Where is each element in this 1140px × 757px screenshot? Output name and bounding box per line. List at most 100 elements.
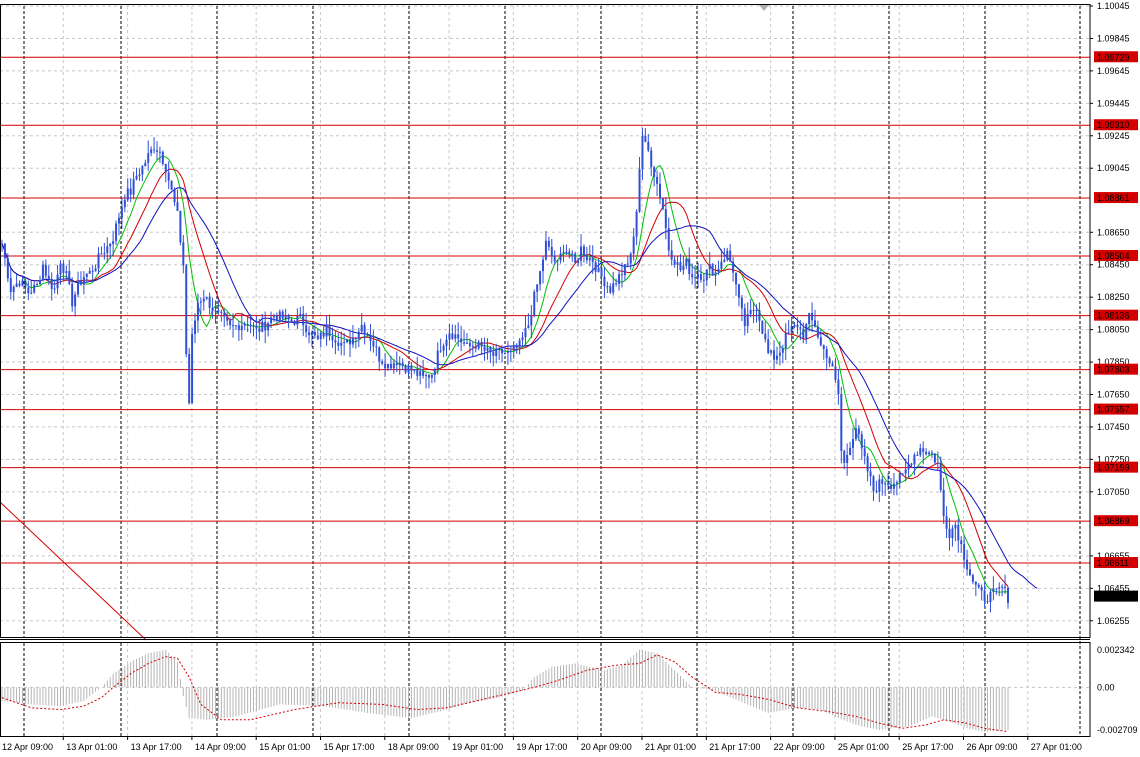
candle-body <box>983 590 986 602</box>
candle-body <box>951 528 954 539</box>
candle-body <box>901 473 904 475</box>
candle-body <box>737 284 740 298</box>
candle-body <box>97 253 100 269</box>
candle <box>533 289 536 318</box>
price-tick-label: 1.09045 <box>1097 163 1130 173</box>
candle-body <box>94 268 97 272</box>
candle-body <box>910 463 913 465</box>
candle-body <box>764 333 767 340</box>
candle-body <box>974 581 977 585</box>
price-chart[interactable]: 1.10045 1.09845 1.09645 1.09445 1.09245 1.090… <box>0 0 1140 757</box>
candle-body <box>778 352 781 356</box>
candle-body <box>398 362 401 365</box>
candle-body <box>407 365 410 373</box>
candle-body <box>533 291 536 316</box>
candle-body <box>919 448 922 456</box>
time-tick-label: 12 Apr 09:00 <box>2 742 53 752</box>
candle-body <box>992 588 995 592</box>
candle-body <box>840 394 843 451</box>
candle-body <box>808 313 811 324</box>
candle-body <box>506 351 509 353</box>
candle-body <box>515 346 518 349</box>
candle-body <box>717 268 720 273</box>
price-tick-label: 1.06255 <box>1097 616 1130 626</box>
candle-body <box>635 211 638 237</box>
candle-body <box>562 251 565 254</box>
candle-body <box>784 332 787 349</box>
candle-body <box>679 261 682 271</box>
candle-body <box>112 241 115 244</box>
candle-body <box>773 350 776 360</box>
candle-body <box>430 375 433 378</box>
time-tick-label: 13 Apr 01:00 <box>66 742 117 752</box>
oscillator-axis-label: 0.002342 <box>1097 645 1135 655</box>
candle-body <box>530 315 533 326</box>
candle-body <box>644 135 647 142</box>
candle-body <box>331 336 334 341</box>
candle-body <box>699 274 702 280</box>
candle-body <box>565 251 568 253</box>
candle-body <box>59 263 62 275</box>
candle-body <box>395 363 398 365</box>
candle-body <box>375 346 378 348</box>
candle-body <box>933 453 936 463</box>
candle-body <box>442 345 445 351</box>
time-tick-label: 22 Apr 09:00 <box>774 742 825 752</box>
time-tick-label: 21 Apr 17:00 <box>709 742 760 752</box>
level-badge-label: 1.09310 <box>1097 120 1130 130</box>
candle-body <box>872 476 875 491</box>
candle-body <box>869 471 872 477</box>
candle-body <box>389 363 392 369</box>
time-tick-label: 15 Apr 01:00 <box>259 742 310 752</box>
candle-body <box>600 267 603 277</box>
candle-body <box>691 274 694 278</box>
candle-body <box>752 309 755 311</box>
candle-body <box>822 345 825 350</box>
candle-body <box>653 167 656 177</box>
candle-body <box>33 284 36 293</box>
candle-body <box>720 261 723 269</box>
candle-body <box>828 358 831 364</box>
candle-body <box>109 243 112 247</box>
candle-body <box>173 189 176 203</box>
candle-body <box>813 320 816 327</box>
candle-body <box>117 217 120 224</box>
candle <box>161 150 164 166</box>
time-tick-label: 19 Apr 01:00 <box>452 742 503 752</box>
candle-body <box>603 276 606 287</box>
candle-body <box>638 169 641 212</box>
candle-body <box>170 180 173 190</box>
candle-body <box>427 375 430 378</box>
candle-body <box>255 325 258 329</box>
time-tick-label: 25 Apr 01:00 <box>838 742 889 752</box>
candle-body <box>71 283 74 307</box>
price-tick-label: 1.09845 <box>1097 33 1130 43</box>
candle-body <box>290 319 293 322</box>
candle-body <box>477 341 480 349</box>
candle-body <box>27 287 30 294</box>
candle-body <box>433 369 436 376</box>
candle-body <box>849 447 852 456</box>
candle-body <box>866 456 869 472</box>
candle-body <box>805 323 808 339</box>
time-tick-label: 20 Apr 09:00 <box>581 742 632 752</box>
candle-body <box>732 261 735 273</box>
candle-body <box>56 274 59 289</box>
candle-body <box>936 462 939 464</box>
time-tick-label: 15 Apr 17:00 <box>324 742 375 752</box>
candle-body <box>553 256 556 262</box>
candle <box>661 197 664 211</box>
candle-body <box>334 340 337 343</box>
candle-body <box>743 308 746 327</box>
candle-body <box>457 334 460 339</box>
candle-body <box>685 258 688 266</box>
candle-body <box>811 313 814 321</box>
time-tick-label: 19 Apr 17:00 <box>516 742 567 752</box>
candle-body <box>846 455 849 463</box>
candle-body <box>834 366 837 380</box>
candle-body <box>670 250 673 260</box>
candle-body <box>995 588 998 590</box>
candle-body <box>945 516 948 529</box>
candle-body <box>650 150 653 168</box>
candle-body <box>483 346 486 351</box>
